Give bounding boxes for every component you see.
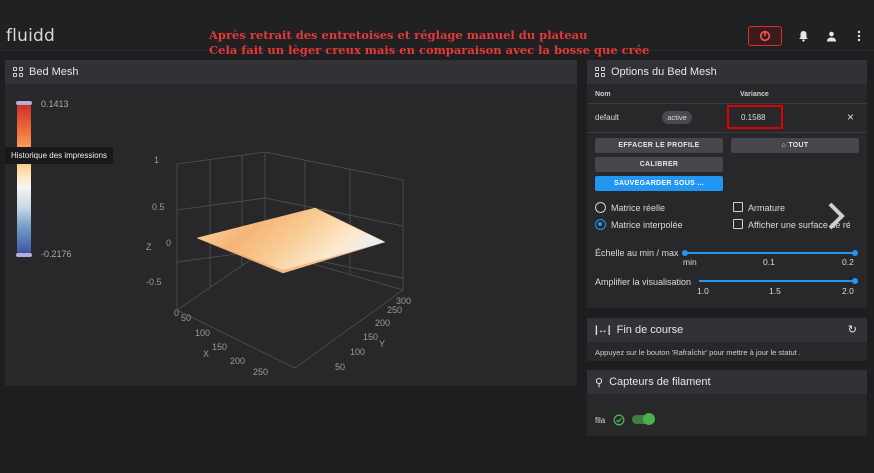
colorbar-max-handle[interactable]: [16, 101, 32, 105]
z-tick-label: 0: [166, 238, 171, 248]
home-all-button[interactable]: ⌂ TOUT: [731, 138, 859, 153]
scale-slider[interactable]: [685, 252, 855, 254]
app-bar-actions: [748, 26, 866, 46]
y-tick-label: 250: [387, 305, 402, 315]
profile-active-badge: active: [662, 111, 692, 124]
amplify-slider-handle[interactable]: [852, 278, 858, 284]
filament-sensors-card: ⚲ Capteurs de filament: [587, 370, 867, 436]
amplify-slider-fill: [699, 280, 855, 282]
x-axis-label: X: [203, 349, 209, 359]
amplify-tick: 1.5: [769, 286, 781, 296]
clear-profile-button[interactable]: EFFACER LE PROFILE: [595, 138, 723, 153]
grid-icon: [13, 67, 23, 77]
filament-title: Capteurs de filament: [609, 376, 711, 388]
refresh-button[interactable]: ↻: [848, 323, 857, 336]
scale-slider-max-handle[interactable]: [852, 250, 858, 256]
endstops-title: Fin de course: [616, 324, 684, 336]
y-tick-label: 150: [363, 332, 378, 342]
z-axis-label: Z: [146, 242, 152, 252]
filament-sensor-name: fila: [595, 416, 606, 425]
save-as-button[interactable]: SAUVEGARDER SOUS ...: [595, 176, 723, 191]
colorbar-min-label: -0.2176: [41, 249, 72, 259]
endstops-hint: Appuyez sur le bouton 'Rafraîchir' pour …: [595, 348, 801, 357]
chevron-right-icon[interactable]: [825, 200, 847, 232]
x-tick-label: 250: [253, 367, 268, 377]
flat-surface-checkbox[interactable]: [733, 219, 743, 229]
z-tick-label: -0.5: [146, 277, 162, 287]
y-tick-label: 50: [335, 362, 345, 372]
colorbar-max-label: 0.1413: [41, 99, 69, 109]
z-tick-label: 1: [154, 155, 159, 165]
divider: [587, 132, 867, 133]
scale-slider-min-handle[interactable]: [682, 250, 688, 256]
mesh-surface: [196, 207, 386, 274]
emergency-stop-button[interactable]: [748, 26, 782, 46]
mesh-options-header: Options du Bed Mesh: [587, 60, 867, 84]
radio-interpolated-matrix[interactable]: [595, 219, 606, 230]
amplify-tick: 2.0: [842, 286, 854, 296]
x-tick-label: 150: [212, 342, 227, 352]
variance-highlight-box: [727, 105, 783, 129]
power-icon: [759, 30, 771, 42]
wireframe-checkbox[interactable]: [733, 202, 743, 212]
y-tick-label: 100: [350, 347, 365, 357]
endstop-icon: |↔|: [595, 324, 611, 336]
refresh-icon: ↻: [847, 324, 857, 336]
colorbar-min-handle[interactable]: [16, 253, 32, 257]
filament-sensor-toggle[interactable]: [632, 413, 655, 425]
filament-sensor-icon: ⚲: [595, 376, 604, 389]
bed-mesh-title: Bed Mesh: [29, 66, 79, 78]
account-icon: [826, 31, 836, 41]
x-tick-label: 200: [230, 356, 245, 366]
wireframe-label: Armature: [748, 203, 786, 213]
calibrate-button[interactable]: CALIBRER: [595, 157, 723, 172]
endstops-header: |↔| Fin de course ↻: [587, 318, 867, 342]
grid-icon: [595, 67, 605, 77]
radio-real-matrix[interactable]: [595, 202, 606, 213]
notifications-button[interactable]: [796, 29, 810, 43]
x-tick-label: 100: [195, 328, 210, 338]
scale-tick: 0.2: [842, 257, 854, 267]
dots-vertical-icon: [857, 30, 861, 42]
x-tick-label: 0: [174, 308, 179, 318]
remove-profile-button[interactable]: ×: [847, 110, 854, 124]
mesh-options-title: Options du Bed Mesh: [611, 66, 717, 78]
scale-tick: 0.1: [763, 257, 775, 267]
scale-label: Échelle au min / max: [595, 248, 679, 258]
filament-header: ⚲ Capteurs de filament: [587, 370, 867, 394]
scale-tick: min: [683, 257, 697, 267]
overflow-menu-button[interactable]: [852, 29, 866, 43]
bed-mesh-3d-chart[interactable]: 1 0.5 0 -0.5 Z 0 50 100 150 200 250 X 50…: [140, 150, 420, 380]
tooltip: Historique des impressions: [5, 147, 114, 164]
user-menu-button[interactable]: [824, 29, 838, 43]
divider: [587, 103, 867, 104]
radio-interpolated-label: Matrice interpolée: [611, 220, 683, 230]
endstops-card: |↔| Fin de course ↻ Appuyez sur le bouto…: [587, 318, 867, 361]
y-tick-label: 300: [396, 296, 411, 306]
y-tick-label: 200: [375, 318, 390, 328]
amplify-label: Amplifier la visualisation: [595, 277, 692, 287]
col-variance-header[interactable]: Variance: [740, 91, 769, 98]
profile-name[interactable]: default: [595, 113, 619, 122]
bed-mesh-card-header: Bed Mesh: [5, 60, 577, 84]
radio-real-label: Matrice réelle: [611, 203, 666, 213]
bell-icon: [798, 31, 808, 42]
col-name-header[interactable]: Nom: [595, 91, 611, 98]
check-circle-icon: [613, 414, 625, 426]
z-tick-label: 0.5: [152, 202, 165, 212]
y-axis-label: Y: [379, 339, 385, 349]
amplify-tick: 1.0: [697, 286, 709, 296]
brand-logo[interactable]: fluidd: [6, 26, 55, 46]
mesh-colorbar[interactable]: [16, 101, 32, 257]
x-tick-label: 50: [181, 313, 191, 323]
